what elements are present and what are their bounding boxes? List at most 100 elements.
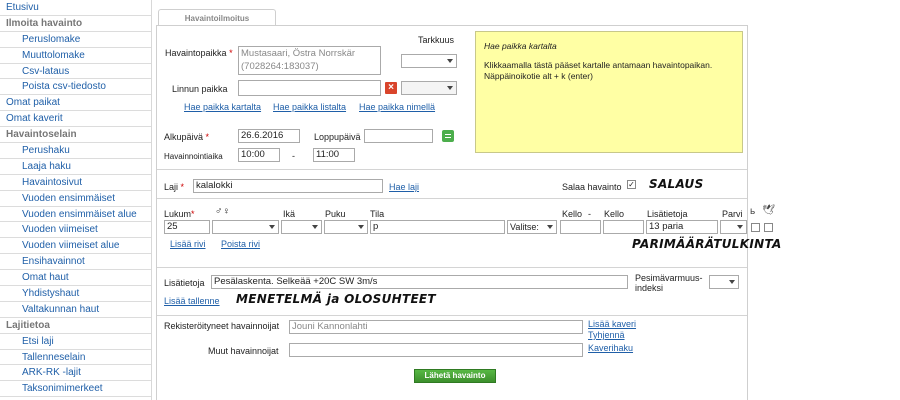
sex-select[interactable] xyxy=(212,220,279,234)
submit-button[interactable]: Lähetä havainto xyxy=(414,369,496,383)
sidebar-item-etsi-laji[interactable]: Etsi laji xyxy=(0,334,151,350)
chevron-down-icon xyxy=(737,225,743,229)
help-title: Hae paikka kartalta xyxy=(484,41,557,51)
notes-input[interactable]: Pesälaskenta. Selkeää +20C SW 3m/s xyxy=(211,275,628,289)
place-label: Havaintopaikka * xyxy=(165,48,233,58)
end-date-label: Loppupäivä xyxy=(314,132,361,142)
accuracy-select[interactable] xyxy=(401,54,457,68)
calendar-icon[interactable] xyxy=(442,130,454,142)
time-separator: - xyxy=(292,151,295,161)
plumage-header: Puku xyxy=(325,209,346,219)
nest-checkbox[interactable] xyxy=(751,223,760,232)
start-date-input[interactable]: 26.6.2016 xyxy=(238,129,300,143)
time-end-input[interactable]: 11:00 xyxy=(313,148,355,162)
divider xyxy=(157,315,747,316)
breeding-index-label: Pesimävarmuus- indeksi xyxy=(635,273,703,293)
sidebar-item-omat-kaverit[interactable]: Omat kaverit xyxy=(0,111,151,128)
time-to-input[interactable] xyxy=(603,220,644,234)
end-date-input[interactable] xyxy=(364,129,433,143)
chevron-down-icon xyxy=(447,59,453,63)
tab-havaintoilmoitus[interactable]: Havaintoilmoitus xyxy=(158,9,276,26)
time-label: Havainnointiaika xyxy=(164,152,223,161)
sidebar-item-peruslomake[interactable]: Peruslomake xyxy=(0,32,151,48)
time-start-input[interactable]: 10:00 xyxy=(238,148,280,162)
sidebar-item-omat-haut[interactable]: Omat haut xyxy=(0,270,151,287)
divider xyxy=(157,169,747,170)
sidebar-item-ark-rk-lajit[interactable]: ARK-RK -lajit xyxy=(0,365,151,382)
sidebar-item-ensihavainnot[interactable]: Ensihavainnot xyxy=(0,254,151,271)
sidebar-item-lajitietoa: Lajitietoa xyxy=(0,318,151,334)
sidebar-item-vuoden-ensimmäiset[interactable]: Vuoden ensimmäiset xyxy=(0,191,151,207)
find-place-name-link[interactable]: Hae paikka nimellä xyxy=(359,102,435,112)
sidebar-item-taksonimimerkeet[interactable]: Taksonimimerkeet xyxy=(0,381,151,398)
bird-place-label: Linnun paikka xyxy=(172,84,228,94)
clear-place-button[interactable]: × xyxy=(385,82,397,94)
sidebar-item-vuoden-viimeiset-alue[interactable]: Vuoden viimeiset alue xyxy=(0,238,151,255)
extra-header: Lisätietoja xyxy=(647,209,688,219)
bird-icon: 🕊 xyxy=(762,205,775,216)
state-input[interactable]: p xyxy=(370,220,505,234)
add-friend-link[interactable]: Lisää kaveri xyxy=(588,319,636,329)
find-place-list-link[interactable]: Hae paikka listalta xyxy=(273,102,346,112)
time-from-header: Kello xyxy=(562,209,583,219)
divider xyxy=(157,198,747,199)
age-select[interactable] xyxy=(281,220,322,234)
bird-place-input[interactable] xyxy=(238,80,381,96)
sidebar-item-laaja-haku[interactable]: Laaja haku xyxy=(0,159,151,175)
chevron-down-icon xyxy=(312,225,318,229)
plumage-select[interactable] xyxy=(324,220,368,234)
state-header: Tila xyxy=(370,209,385,219)
sex-symbol-icon: ♂♀ xyxy=(215,206,230,217)
species-label: Laji * xyxy=(164,182,185,192)
remove-row-link[interactable]: Poista rivi xyxy=(221,239,260,249)
bird-checkbox[interactable] xyxy=(764,223,773,232)
accuracy-label: Tarkkuus xyxy=(418,35,455,45)
chevron-down-icon xyxy=(447,86,453,90)
add-row-link[interactable]: Lisää rivi xyxy=(170,239,206,249)
sidebar-item-muuttolomake[interactable]: Muuttolomake xyxy=(0,48,151,64)
flock-select[interactable] xyxy=(720,220,747,234)
extra-input[interactable]: 13 paria xyxy=(646,220,718,234)
sidebar-item-valtakunnan-haut[interactable]: Valtakunnan haut xyxy=(0,302,151,318)
clear-observers-link[interactable]: Tyhjennä xyxy=(588,330,625,340)
sidebar-item-havaintosivut[interactable]: Havaintosivut xyxy=(0,175,151,191)
age-header: Ikä xyxy=(283,209,296,219)
sidebar-item-yhdistyshaut[interactable]: Yhdistyshaut xyxy=(0,286,151,302)
breeding-index-select[interactable] xyxy=(709,275,739,289)
sidebar-item-vuoden-viimeiset[interactable]: Vuoden viimeiset xyxy=(0,222,151,239)
sidebar-item-etusivu[interactable]: Etusivu xyxy=(0,0,151,16)
sidebar-item-tallenneselain[interactable]: Tallenneselain xyxy=(0,350,151,366)
count-header: Lukum* xyxy=(164,209,195,219)
registered-observers-label: Rekisteröityneet havainnoijat xyxy=(164,321,280,331)
start-date-label: Alkupäivä * xyxy=(164,132,210,142)
time-to-header: Kello xyxy=(604,209,625,219)
friend-search-link[interactable]: Kaverihaku xyxy=(588,343,633,353)
help-tooltip: Hae paikka kartalta Klikkaamalla tästä p… xyxy=(475,31,743,153)
divider xyxy=(157,267,747,268)
sidebar-item-omat-paikat[interactable]: Omat paikat xyxy=(0,95,151,112)
annotation-salaus: SALAUS xyxy=(649,177,704,191)
place-input[interactable]: Mustasaari, Östra Norrskär (7028264:1830… xyxy=(238,46,381,75)
secret-label: Salaa havainto xyxy=(562,182,622,192)
sidebar-item-csv-lataus[interactable]: Csv-lataus xyxy=(0,64,151,80)
bird-place-accuracy-select[interactable] xyxy=(401,81,457,95)
registered-observers-input[interactable]: Jouni Kannonlahti xyxy=(289,320,583,334)
add-recording-link[interactable]: Lisää tallenne xyxy=(164,296,220,306)
nest-icon: ь xyxy=(750,206,756,217)
count-input[interactable]: 25 xyxy=(164,220,210,234)
other-observers-label: Muut havainnoijat xyxy=(208,346,279,356)
sidebar-item-perushaku[interactable]: Perushaku xyxy=(0,143,151,159)
species-input[interactable]: kalalokki xyxy=(193,179,383,193)
time-from-input[interactable] xyxy=(560,220,601,234)
flock-header: Parvi xyxy=(722,209,743,219)
find-species-link[interactable]: Hae laji xyxy=(389,182,419,192)
notes-label: Lisätietoja xyxy=(164,278,205,288)
time-dash: - xyxy=(588,209,591,219)
secret-checkbox[interactable]: ✓ xyxy=(627,180,636,189)
state-select[interactable]: Valitse: xyxy=(507,220,557,234)
sidebar-item-havaintoselain: Havaintoselain xyxy=(0,127,151,144)
find-place-map-link[interactable]: Hae paikka kartalta xyxy=(184,102,261,112)
other-observers-input[interactable] xyxy=(289,343,583,357)
sidebar-item-poista-csv-tiedosto[interactable]: Poista csv-tiedosto xyxy=(0,79,151,96)
sidebar-item-vuoden-ensimmäiset-alue[interactable]: Vuoden ensimmäiset alue xyxy=(0,207,151,223)
